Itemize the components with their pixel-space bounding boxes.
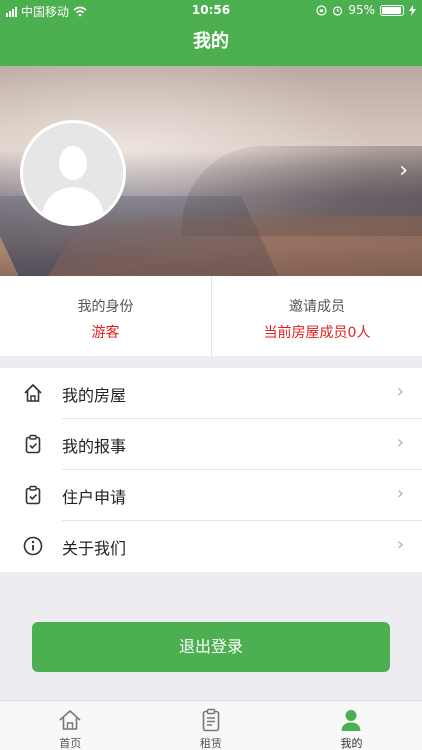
role-value: 游客 — [91, 325, 120, 341]
chevron-right-icon: › — [396, 534, 404, 555]
charging-icon — [409, 4, 416, 16]
alarm-icon — [333, 5, 343, 16]
tab-bar: 首页 租赁 我的 — [0, 700, 422, 750]
home-icon — [59, 710, 81, 730]
tab-home[interactable]: 首页 — [0, 701, 141, 750]
invite-label: 邀请成员 — [289, 299, 345, 315]
tab-label: 租赁 — [199, 737, 222, 750]
home-icon — [24, 384, 42, 402]
chevron-right-icon[interactable]: › — [399, 160, 408, 182]
menu-item-label: 关于我们 — [62, 539, 127, 558]
nav-bar: 我的 — [0, 22, 422, 66]
invite-members-cell[interactable]: 邀请成员 当前房屋成员0人 — [211, 276, 422, 356]
identity-panel: 我的身份 游客 邀请成员 当前房屋成员0人 — [0, 276, 422, 356]
page-title: 我的 — [193, 31, 229, 52]
status-right: 95% — [316, 3, 416, 17]
chevron-right-icon: › — [396, 483, 404, 504]
member-count: 当前房屋成员0人 — [263, 325, 371, 341]
clipboard-check-icon — [25, 485, 41, 505]
menu-item-my-house[interactable]: 我的房屋 › — [0, 368, 422, 419]
tab-label: 我的 — [340, 737, 363, 750]
avatar[interactable] — [20, 120, 126, 226]
chevron-right-icon: › — [396, 381, 404, 402]
chevron-right-icon: › — [396, 432, 404, 453]
tab-label: 首页 — [59, 737, 82, 750]
battery-percent: 95% — [348, 3, 375, 17]
tab-rental[interactable]: 租赁 — [141, 701, 282, 750]
person-icon — [23, 123, 123, 223]
menu-item-label: 我的报事 — [62, 437, 127, 456]
menu-item-my-reports[interactable]: 我的报事 › — [0, 419, 422, 470]
role-cell: 我的身份 游客 — [0, 276, 211, 356]
status-bar: 中国移动 10:56 95% — [0, 0, 422, 22]
menu-item-about-us[interactable]: 关于我们 › — [0, 521, 422, 572]
menu-item-label: 住户申请 — [62, 488, 127, 507]
clipboard-check-icon — [25, 434, 41, 454]
profile-header[interactable]: › — [0, 66, 422, 276]
role-label: 我的身份 — [77, 299, 134, 315]
logout-button[interactable]: 退出登录 — [32, 622, 390, 672]
info-icon — [23, 536, 43, 556]
person-icon — [341, 710, 361, 731]
clipboard-icon — [202, 708, 220, 732]
rotation-lock-icon — [316, 4, 327, 16]
battery-icon — [380, 4, 404, 16]
menu-item-label: 我的房屋 — [62, 386, 127, 405]
tab-mine[interactable]: 我的 — [281, 701, 422, 750]
menu-item-resident-application[interactable]: 住户申请 › — [0, 470, 422, 521]
settings-menu: 我的房屋 › 我的报事 › 住户申请 › 关于我们 › — [0, 368, 422, 572]
